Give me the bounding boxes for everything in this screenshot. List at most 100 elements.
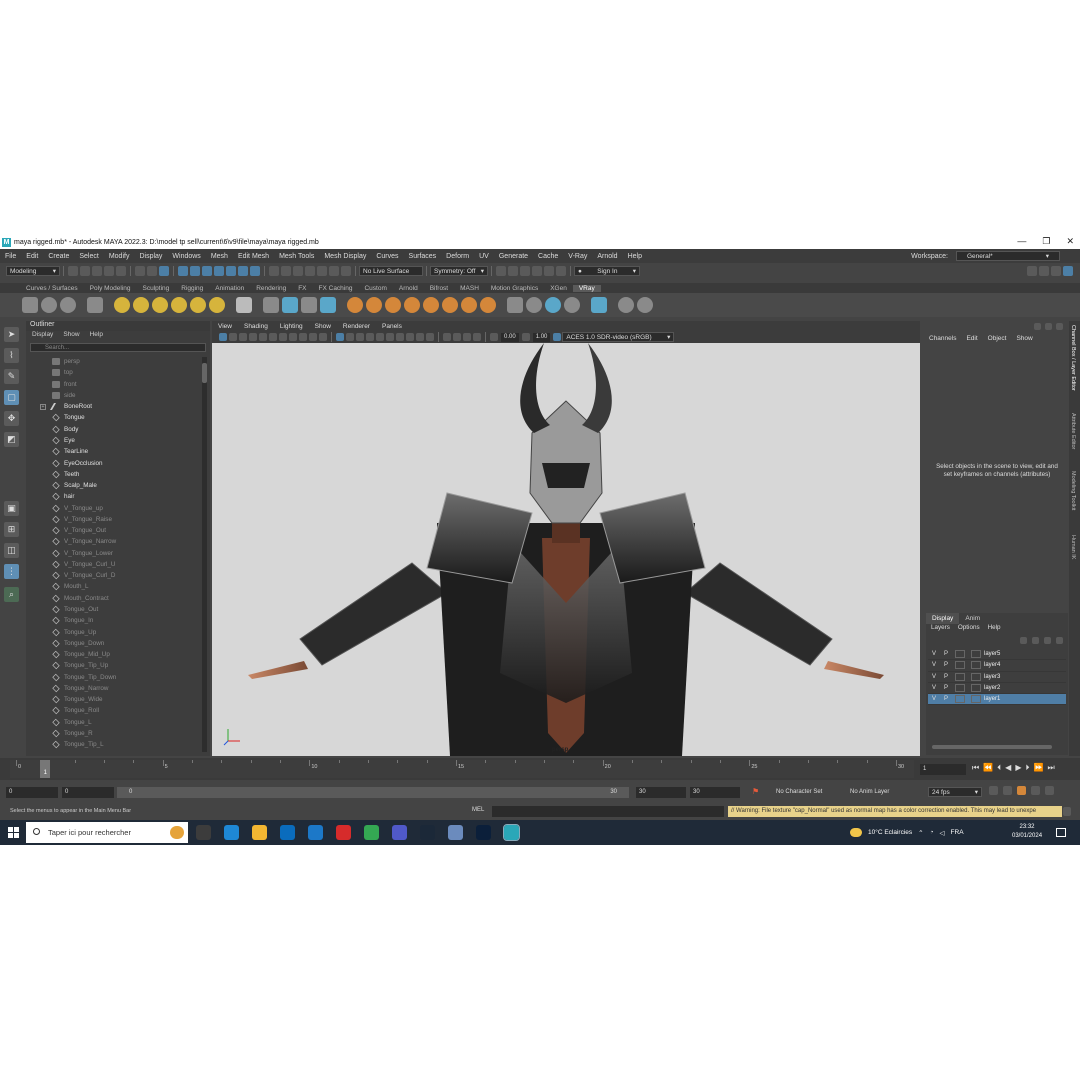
- attribute-editor-icon[interactable]: [1039, 266, 1049, 276]
- symmetry-dropdown[interactable]: Symmetry: Off ▾: [430, 266, 488, 276]
- tab-channel-box-layer-editor[interactable]: Channel Box / Layer Editor: [1070, 325, 1076, 391]
- live-surface-field[interactable]: No Live Surface: [359, 266, 423, 276]
- textured-icon[interactable]: [366, 333, 374, 341]
- smooth-shade-icon[interactable]: [346, 333, 354, 341]
- outliner-item[interactable]: Scalp_Male: [40, 480, 200, 491]
- snap-view-icon[interactable]: [214, 266, 224, 276]
- scene-end-field[interactable]: 30: [690, 787, 740, 798]
- screen-space-ao-icon[interactable]: [396, 333, 404, 341]
- tool-settings-icon[interactable]: [1051, 266, 1061, 276]
- menu-create[interactable]: Create: [43, 253, 74, 260]
- notification-icon[interactable]: [1056, 828, 1066, 837]
- mel-input[interactable]: [492, 806, 724, 817]
- outliner-item[interactable]: Tongue_Out: [40, 604, 200, 615]
- store-icon[interactable]: [280, 825, 295, 840]
- shelf-tab-rendering[interactable]: Rendering: [250, 285, 292, 292]
- layer-menu-help[interactable]: Help: [988, 624, 1001, 634]
- shelf-tab-bifrost[interactable]: Bifrost: [424, 285, 454, 292]
- layer-menu-layers[interactable]: Layers: [931, 624, 950, 634]
- layer-visibility-toggle[interactable]: V: [928, 696, 940, 702]
- close-button[interactable]: ✕: [1066, 236, 1074, 247]
- outliner-item[interactable]: Tongue_R: [40, 728, 200, 739]
- channel-box-icon[interactable]: [1063, 266, 1073, 276]
- render-settings-icon[interactable]: [329, 266, 339, 276]
- snap-surface-icon[interactable]: [226, 266, 236, 276]
- render-icon[interactable]: [305, 266, 315, 276]
- viewport[interactable]: persp: [212, 343, 920, 756]
- layer-display-type-toggle[interactable]: [955, 661, 965, 670]
- tab-display[interactable]: Display: [926, 613, 960, 624]
- shelf-tab-rigging[interactable]: Rigging: [175, 285, 209, 292]
- layer-visibility-toggle[interactable]: V: [928, 662, 940, 668]
- shelf-tab-mash[interactable]: MASH: [454, 285, 485, 292]
- layer-playback-toggle[interactable]: P: [940, 685, 952, 691]
- viewport-menu-view[interactable]: View: [212, 323, 238, 330]
- outliner-item[interactable]: Tongue_Roll: [40, 705, 200, 716]
- script-editor-icon[interactable]: [1063, 807, 1071, 816]
- character-set-dropdown[interactable]: No Character Set: [776, 789, 822, 795]
- new-empty-layer-icon[interactable]: [1044, 637, 1051, 644]
- open-scene-icon[interactable]: [80, 266, 90, 276]
- output-ops-icon[interactable]: [281, 266, 291, 276]
- menu-mesh[interactable]: Mesh: [206, 253, 233, 260]
- menu-edit[interactable]: Edit: [21, 253, 43, 260]
- outliner-item[interactable]: side: [40, 390, 200, 401]
- bookmark-icon[interactable]: [239, 333, 247, 341]
- layer-playback-toggle[interactable]: P: [940, 674, 952, 680]
- motion-blur-icon[interactable]: [406, 333, 414, 341]
- layer-row[interactable]: V Player1: [928, 694, 1066, 706]
- menu-edit-mesh[interactable]: Edit Mesh: [233, 253, 274, 260]
- outliner-item[interactable]: Tongue_Tip_Up: [40, 660, 200, 671]
- layer-playback-toggle[interactable]: P: [940, 651, 952, 657]
- menu-generate[interactable]: Generate: [494, 253, 533, 260]
- layer-row[interactable]: V Player5: [928, 649, 1066, 661]
- outliner-item[interactable]: TearLine: [40, 446, 200, 457]
- snap-live-icon[interactable]: [238, 266, 248, 276]
- outliner-item[interactable]: Tongue_In: [40, 615, 200, 626]
- tab-anim[interactable]: Anim: [959, 613, 986, 624]
- outliner-menu-display[interactable]: Display: [32, 331, 53, 341]
- outliner-item[interactable]: Tongue_Down: [40, 638, 200, 649]
- vray-clipper-icon[interactable]: [442, 297, 458, 313]
- outliner-item[interactable]: Eye: [40, 435, 200, 446]
- outliner-item[interactable]: Tongue_Up: [40, 626, 200, 637]
- layer-visibility-toggle[interactable]: V: [928, 674, 940, 680]
- photoshop-icon[interactable]: [476, 825, 491, 840]
- menu-file[interactable]: File: [0, 253, 21, 260]
- paint-select-tool-icon[interactable]: ✎: [4, 369, 19, 384]
- menu-mesh-tools[interactable]: Mesh Tools: [274, 253, 319, 260]
- modeling-toolkit-icon[interactable]: [1027, 266, 1037, 276]
- current-frame-field[interactable]: 1: [920, 764, 966, 775]
- app-icon[interactable]: [448, 825, 463, 840]
- auto-key-icon[interactable]: ⚑: [752, 787, 759, 796]
- scene-start-field[interactable]: 0: [6, 787, 58, 798]
- layer-color-swatch[interactable]: [971, 661, 981, 670]
- outliner-item[interactable]: Tongue_Wide: [40, 694, 200, 705]
- four-view-icon[interactable]: ⊞: [4, 522, 19, 537]
- go-to-end-button[interactable]: ⏭: [1047, 763, 1054, 773]
- chrome-icon[interactable]: [364, 825, 379, 840]
- minimize-button[interactable]: —: [1017, 236, 1026, 247]
- key-icon[interactable]: [1017, 786, 1026, 795]
- sun-light-icon[interactable]: [209, 297, 225, 313]
- layer-display-type-toggle[interactable]: [955, 672, 965, 681]
- menu-vray[interactable]: V-Ray: [563, 253, 592, 260]
- playback-start-field[interactable]: 0: [62, 787, 114, 798]
- vray-frame-buffer-icon[interactable]: [87, 297, 103, 313]
- vray-enmesh-icon[interactable]: [461, 297, 477, 313]
- opera-icon[interactable]: [336, 825, 351, 840]
- save-scene-icon[interactable]: [92, 266, 102, 276]
- safe-action-icon[interactable]: [309, 333, 317, 341]
- channel-menu-edit[interactable]: Edit: [966, 335, 977, 342]
- outliner-scrollbar[interactable]: [202, 357, 207, 752]
- vray-color-picker-icon[interactable]: [526, 297, 542, 313]
- ipr-pause-icon[interactable]: [544, 266, 554, 276]
- outliner-menu-help[interactable]: Help: [90, 331, 103, 341]
- outliner-item[interactable]: persp: [40, 356, 200, 367]
- tab-human-ik[interactable]: Human IK: [1070, 535, 1076, 559]
- sign-in-button[interactable]: ● Sign In ▾: [574, 266, 640, 276]
- menuset-dropdown[interactable]: Modeling ▾: [6, 266, 60, 276]
- gate-mask-icon[interactable]: [289, 333, 297, 341]
- outliner-item[interactable]: Body: [40, 424, 200, 435]
- undo-icon[interactable]: [104, 266, 114, 276]
